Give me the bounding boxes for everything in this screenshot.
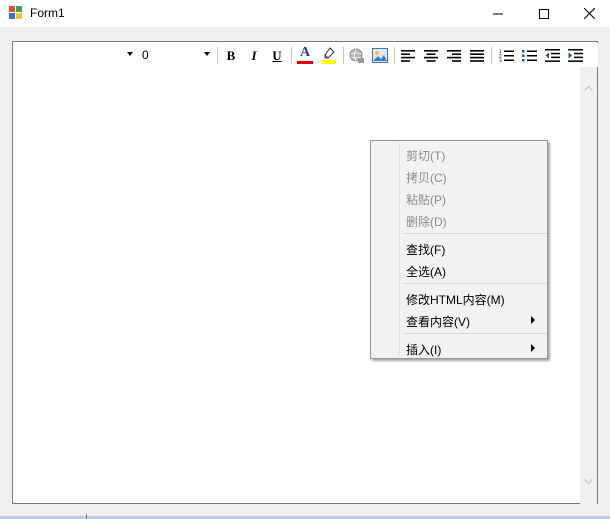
menu-item-label: 插入(I) [406, 343, 442, 357]
title-bar[interactable]: Form1 [0, 0, 610, 27]
minimize-button[interactable] [475, 0, 521, 27]
align-center-icon [424, 49, 438, 62]
submenu-arrow-icon [531, 316, 535, 324]
font-name-combo[interactable] [15, 46, 136, 64]
font-color-swatch [297, 60, 313, 64]
align-center-button[interactable] [421, 46, 441, 65]
underline-button[interactable]: U [267, 46, 287, 65]
menu-item-copy[interactable]: 拷贝(C) [373, 165, 545, 187]
bold-button[interactable]: B [221, 46, 241, 65]
link-icon [349, 48, 364, 63]
toolbar-separator [491, 47, 492, 64]
dropdown-arrow-icon [204, 52, 210, 56]
highlight-button[interactable] [319, 46, 339, 65]
align-left-icon [401, 49, 415, 62]
menu-item-label: 粘贴(P) [406, 193, 446, 207]
font-color-icon: A [299, 44, 311, 60]
bulleted-list-icon [521, 50, 537, 62]
bulleted-list-button[interactable] [519, 46, 539, 65]
italic-icon: I [251, 48, 257, 63]
menu-item-label: 剪切(T) [406, 149, 446, 163]
highlight-icon [322, 47, 336, 64]
menu-item-paste[interactable]: 粘贴(P) [373, 187, 545, 209]
underline-icon: U [272, 48, 282, 63]
menu-item-view-content[interactable]: 查看内容(V) [373, 309, 545, 331]
menu-item-find[interactable]: 查找(F) [373, 237, 545, 259]
editor-toolbar: 0 B I U A 1 2 3 [14, 43, 598, 67]
window-title: Form1 [30, 6, 65, 20]
scroll-down-arrow-icon[interactable] [584, 477, 593, 486]
menu-separator [403, 283, 547, 284]
menu-item-label: 查找(F) [406, 243, 446, 257]
image-button[interactable] [370, 46, 390, 65]
font-size-combo[interactable]: 0 [138, 46, 213, 64]
bold-icon: B [226, 48, 236, 63]
menu-separator [403, 333, 547, 334]
context-menu: 剪切(T) 拷贝(C) 粘贴(P) 删除(D) 查找(F) 全选(A) 修改HT… [370, 140, 548, 359]
font-size-value: 0 [142, 48, 149, 62]
menu-item-label: 修改HTML内容(M) [406, 293, 505, 307]
menu-item-label: 拷贝(C) [406, 171, 447, 185]
menu-item-select-all[interactable]: 全选(A) [373, 259, 545, 281]
toolbar-separator [291, 47, 292, 64]
italic-button[interactable]: I [244, 46, 264, 65]
close-button[interactable] [566, 0, 610, 27]
minimize-icon [493, 13, 503, 14]
menu-separator [403, 233, 547, 234]
maximize-button[interactable] [521, 0, 567, 27]
dropdown-arrow-icon [127, 52, 133, 56]
justify-icon [470, 49, 484, 62]
toolbar-separator [394, 47, 395, 64]
bottom-edge-tick [86, 514, 87, 519]
vertical-scrollbar[interactable] [580, 67, 597, 504]
font-color-button[interactable]: A [295, 44, 315, 65]
image-icon [372, 48, 388, 63]
windows-form-icon [9, 6, 22, 19]
numbered-list-button[interactable]: 1 2 3 [496, 46, 516, 65]
menu-item-cut[interactable]: 剪切(T) [373, 143, 545, 165]
menu-item-label: 全选(A) [406, 265, 446, 279]
toolbar-separator [343, 47, 344, 64]
indent-button[interactable] [565, 46, 585, 65]
align-right-icon [447, 49, 461, 62]
submenu-arrow-icon [531, 344, 535, 352]
toolbar-separator [217, 47, 218, 64]
justify-button[interactable] [467, 46, 487, 65]
menu-item-edit-html[interactable]: 修改HTML内容(M) [373, 287, 545, 309]
svg-text:3: 3 [499, 58, 502, 62]
numbered-list-icon: 1 2 3 [499, 49, 514, 62]
menu-item-label: 查看内容(V) [406, 315, 470, 329]
maximize-icon [539, 8, 549, 19]
outdent-button[interactable] [542, 46, 562, 65]
close-icon [583, 8, 595, 19]
scroll-up-arrow-icon[interactable] [584, 84, 593, 93]
menu-item-insert[interactable]: 插入(I) [373, 337, 545, 359]
outdent-icon [544, 49, 560, 62]
align-left-button[interactable] [398, 46, 418, 65]
indent-icon [567, 49, 583, 62]
link-button[interactable] [347, 46, 367, 65]
menu-item-label: 删除(D) [406, 215, 447, 229]
align-right-button[interactable] [444, 46, 464, 65]
menu-item-delete[interactable]: 删除(D) [373, 209, 545, 231]
